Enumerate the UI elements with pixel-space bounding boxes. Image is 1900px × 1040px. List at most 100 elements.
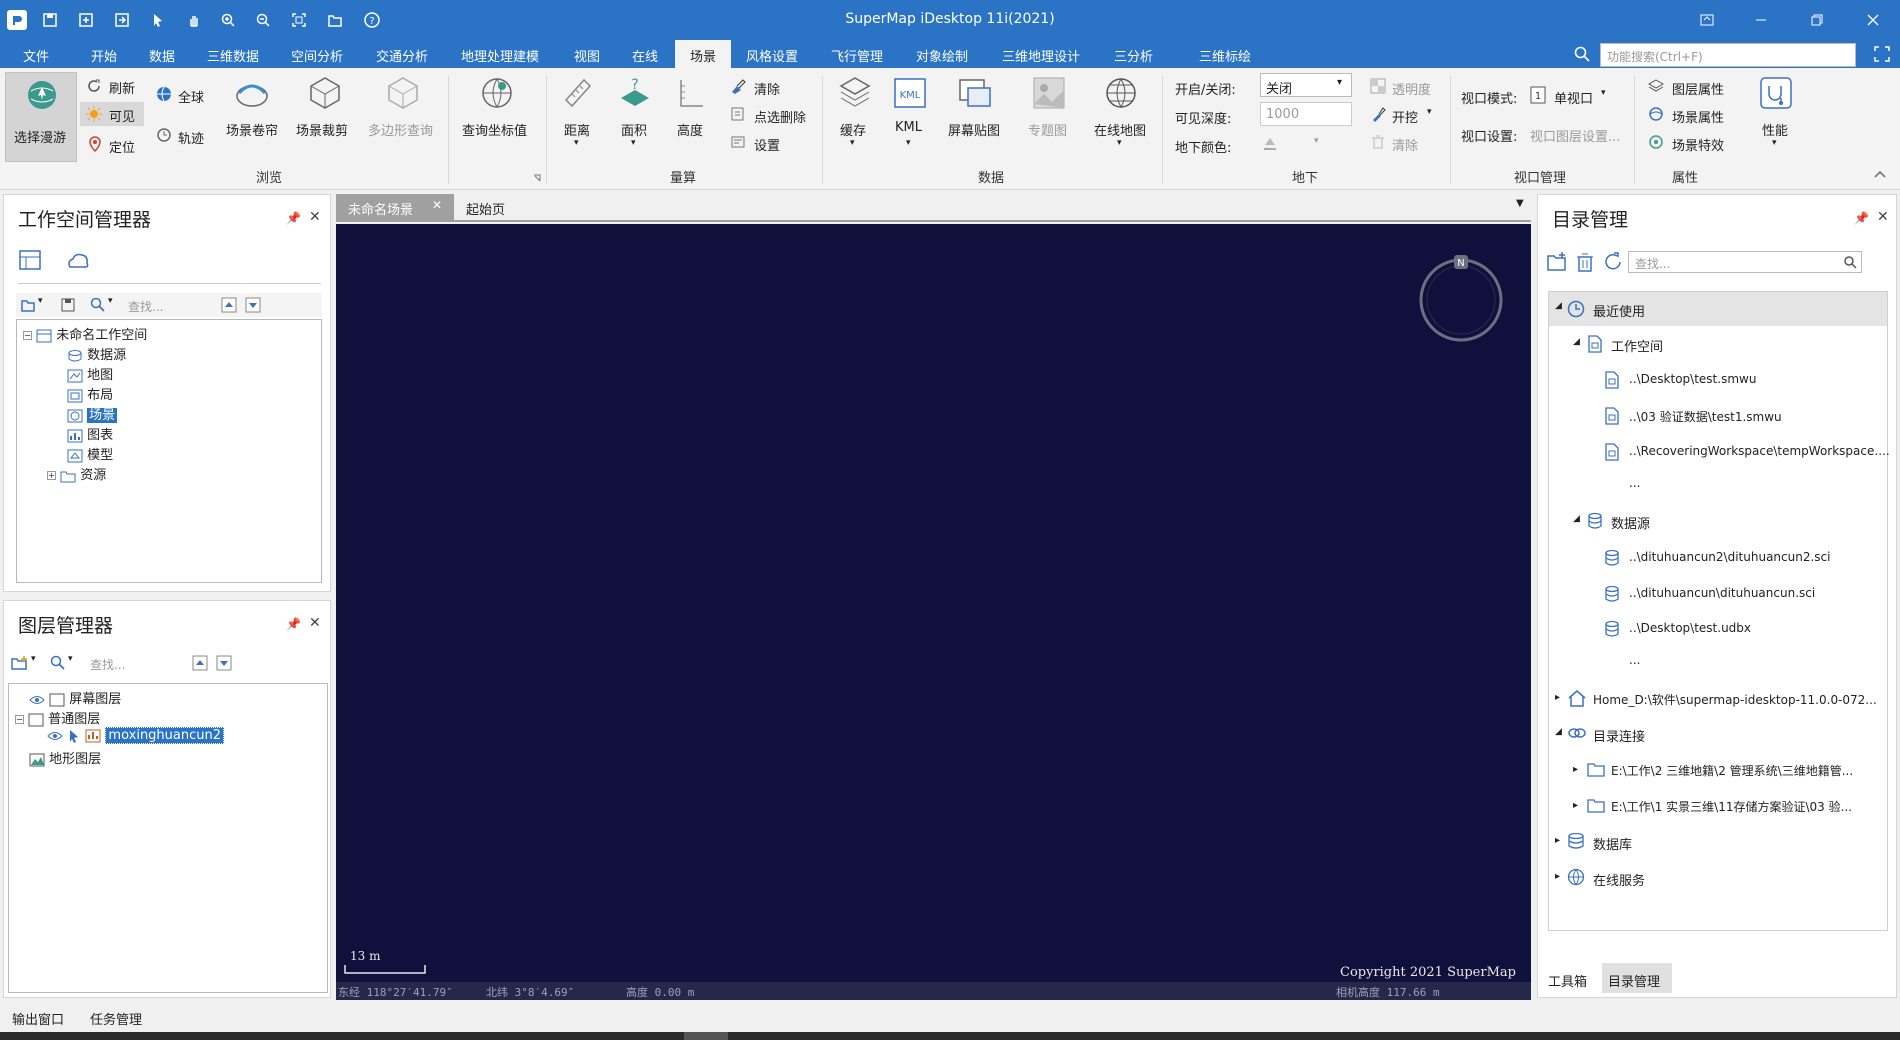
polygon-query-button[interactable]: 多边形查询: [368, 120, 433, 139]
viewport-mode-dropdown-icon[interactable]: ▾: [1601, 88, 1606, 98]
tab-catalog-manager[interactable]: 目录管理: [1602, 963, 1672, 993]
layer-node-screen[interactable]: 屏幕图层: [29, 688, 121, 707]
tab-start-page[interactable]: 起始页: [454, 194, 534, 220]
close-button[interactable]: [1862, 10, 1884, 30]
chevron-down-icon[interactable]: ▾: [38, 296, 43, 306]
cache-dropdown-icon[interactable]: ▾: [850, 138, 855, 148]
catalog-node-home[interactable]: Home_D:\软件\supermap-idesktop-11.0.0-072.…: [1593, 691, 1877, 708]
open-workspace-icon[interactable]: [20, 297, 36, 313]
scene-view[interactable]: N 13 m Copyright 2021 SuperMap 东经 118°27…: [336, 224, 1531, 1000]
point-delete-button[interactable]: 点选删除: [754, 107, 806, 126]
kml-button[interactable]: KML: [895, 120, 922, 135]
search-icon[interactable]: [50, 655, 66, 671]
catalog-node-workspace[interactable]: 工作空间: [1611, 336, 1663, 355]
tree-node-layout[interactable]: 布局: [67, 384, 113, 403]
catalog-recent-datasource[interactable]: ..\dituhuancun2\dituhuancun2.sci: [1629, 550, 1830, 564]
screen-map-button[interactable]: 屏幕贴图: [948, 120, 1000, 139]
pin-icon[interactable]: 📌: [1854, 211, 1869, 225]
menu-data[interactable]: 数据: [149, 46, 175, 65]
move-up-icon[interactable]: [192, 655, 208, 671]
refresh-button[interactable]: 刷新: [109, 78, 135, 97]
menu-3d-data[interactable]: 三维数据: [207, 46, 259, 65]
visible-button[interactable]: 可见: [80, 102, 144, 126]
color-fill-icon[interactable]: [1262, 135, 1278, 151]
kml-dropdown-icon[interactable]: ▾: [906, 138, 911, 148]
thematic-map-button[interactable]: 专题图: [1028, 120, 1067, 139]
compass-icon[interactable]: N: [1414, 250, 1508, 344]
ribbon-display-icon[interactable]: [1696, 10, 1718, 30]
layer-properties-button[interactable]: 图层属性: [1672, 79, 1724, 98]
menu-view[interactable]: 视图: [574, 46, 600, 65]
menu-spatial-analysis[interactable]: 空间分析: [291, 46, 343, 65]
pin-icon[interactable]: 📌: [286, 617, 301, 631]
expand-icon[interactable]: +: [47, 471, 56, 480]
close-panel-icon[interactable]: ✕: [1877, 209, 1889, 225]
catalog-node-online[interactable]: 在线服务: [1593, 870, 1645, 889]
catalog-node-connections[interactable]: 目录连接: [1593, 726, 1645, 745]
chevron-down-icon[interactable]: ▾: [68, 654, 73, 664]
menu-3d-analysis[interactable]: 三分析: [1114, 46, 1153, 65]
move-up-icon[interactable]: [221, 297, 237, 313]
menu-start[interactable]: 开始: [91, 46, 117, 65]
scene-effects-button[interactable]: 场景特效: [1672, 135, 1724, 154]
tree-node-workspace-root[interactable]: − 未命名工作空间: [23, 324, 147, 343]
tab-list-dropdown-icon[interactable]: ▼: [1516, 198, 1524, 209]
area-button[interactable]: 面积: [621, 120, 647, 139]
measure-settings-button[interactable]: 设置: [754, 135, 780, 154]
distance-button[interactable]: 距离: [564, 120, 590, 139]
tab-output-window[interactable]: 输出窗口: [12, 1009, 64, 1028]
minimize-button[interactable]: [1750, 10, 1772, 30]
layer-node-terrain[interactable]: 地形图层: [29, 748, 101, 767]
measure-clear-button[interactable]: 清除: [754, 79, 780, 98]
workspace-search-input[interactable]: 查找...: [128, 298, 163, 315]
tree-node-resources[interactable]: + 资源: [47, 464, 106, 483]
menu-online[interactable]: 在线: [632, 46, 658, 65]
layer-node-model[interactable]: moxinghuancun2: [47, 727, 225, 744]
menu-3d-design[interactable]: 三维地理设计: [1002, 46, 1080, 65]
catalog-recent-workspace[interactable]: ..\03 验证数据\test1.smwu: [1629, 408, 1782, 425]
globe-button[interactable]: 全球: [178, 87, 204, 106]
expanded-arrow-icon[interactable]: ◢: [1573, 514, 1580, 524]
tab-untitled-scene[interactable]: 未命名场景 ✕: [336, 194, 454, 220]
eye-icon[interactable]: [47, 730, 63, 742]
search-icon[interactable]: [1574, 46, 1590, 62]
locate-button[interactable]: 定位: [109, 137, 135, 156]
close-panel-icon[interactable]: ✕: [309, 209, 321, 225]
collapsed-arrow-icon[interactable]: ▸: [1555, 835, 1560, 846]
dialog-launcher-icon[interactable]: [533, 174, 541, 182]
catalog-more[interactable]: ...: [1629, 653, 1640, 667]
function-search-input[interactable]: 功能搜索(Ctrl+F): [1600, 43, 1856, 67]
scene-clip-button[interactable]: 场景裁剪: [296, 120, 348, 139]
layer-node-normal[interactable]: − 普通图层: [15, 708, 100, 727]
underground-clear-button[interactable]: 清除: [1392, 135, 1418, 154]
close-tab-icon[interactable]: ✕: [432, 198, 442, 212]
cloud-workspace-tab-icon[interactable]: [66, 249, 90, 271]
catalog-node-datasource[interactable]: 数据源: [1611, 513, 1650, 532]
workspace-tab-icon[interactable]: [18, 249, 42, 271]
online-map-button[interactable]: 在线地图: [1094, 120, 1146, 139]
collapsed-arrow-icon[interactable]: ▸: [1573, 764, 1578, 775]
chevron-down-icon[interactable]: ▾: [108, 296, 113, 306]
pin-icon[interactable]: 📌: [286, 211, 301, 225]
select-roam-button[interactable]: 选择漫游: [5, 72, 77, 162]
tree-node-chart[interactable]: 图表: [67, 424, 113, 443]
scene-curtain-button[interactable]: 场景卷帘: [226, 120, 278, 139]
menu-file[interactable]: 文件: [23, 46, 49, 65]
layer-search-input[interactable]: 查找...: [90, 656, 125, 673]
tree-node-datasource[interactable]: 数据源: [67, 344, 126, 363]
close-panel-icon[interactable]: ✕: [309, 615, 321, 631]
menu-flight[interactable]: 飞行管理: [831, 46, 883, 65]
fullscreen-icon[interactable]: [1874, 46, 1890, 62]
performance-button[interactable]: 性能: [1762, 120, 1788, 139]
tree-node-scene[interactable]: 场景: [67, 404, 118, 423]
collapse-ribbon-icon[interactable]: [1873, 169, 1887, 179]
viewport-mode-select[interactable]: 单视口: [1554, 88, 1593, 107]
scene-properties-button[interactable]: 场景属性: [1672, 107, 1724, 126]
refresh-icon[interactable]: [1602, 251, 1624, 273]
distance-dropdown-icon[interactable]: ▾: [574, 138, 579, 148]
visible-depth-input[interactable]: 1000: [1260, 102, 1352, 126]
selectable-arrow-icon[interactable]: [67, 729, 81, 743]
catalog-node-recent[interactable]: ◢ 最近使用: [1549, 292, 1887, 326]
collapsed-arrow-icon[interactable]: ▸: [1555, 692, 1560, 703]
expanded-arrow-icon[interactable]: ◢: [1573, 337, 1580, 347]
